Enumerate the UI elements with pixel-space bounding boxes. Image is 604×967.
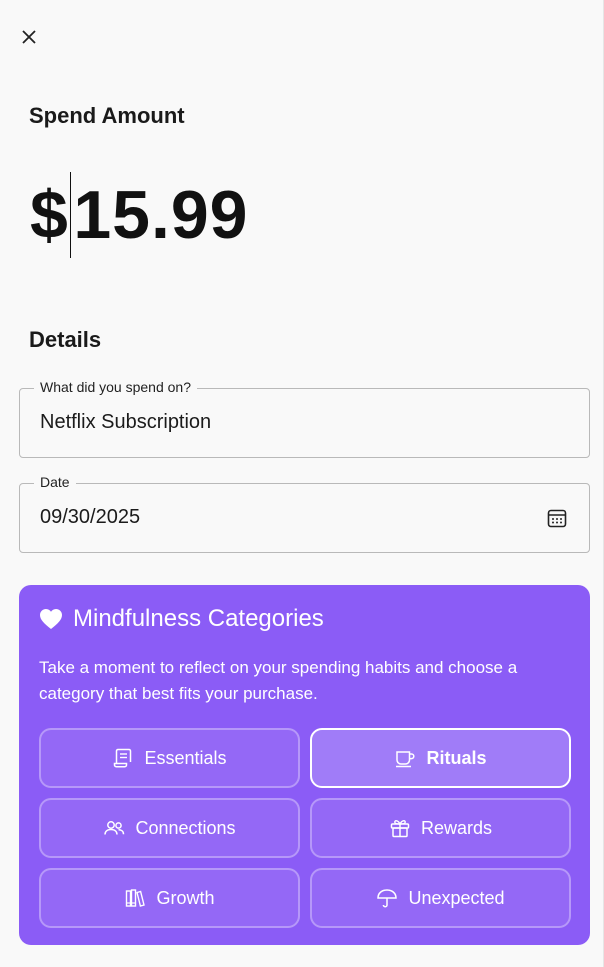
date-field-value: 09/30/2025 — [40, 506, 141, 528]
category-label: Rituals — [426, 747, 487, 768]
category-label: Connections — [135, 817, 236, 838]
details-title: Details — [29, 327, 102, 352]
category-growth[interactable]: Growth — [39, 868, 300, 928]
category-connections[interactable]: Connections — [39, 798, 300, 858]
category-label: Rewards — [420, 817, 493, 838]
amount-input[interactable]: $15.99 — [30, 170, 249, 260]
mindfulness-title: Mindfulness Categories — [73, 605, 324, 632]
text-caret — [69, 172, 72, 258]
item-field-label: What did you spend on? — [34, 379, 197, 395]
item-field-value: Netflix Subscription — [40, 411, 212, 433]
item-field[interactable]: What did you spend on? Netflix Subscript… — [19, 379, 590, 458]
calendar-icon[interactable] — [546, 507, 568, 529]
heart-icon — [40, 609, 62, 629]
category-essentials[interactable]: Essentials — [39, 728, 300, 788]
close-icon — [22, 30, 36, 44]
umbrella-icon — [377, 889, 398, 908]
category-label: Unexpected — [408, 887, 505, 908]
category-rituals[interactable]: Rituals — [310, 728, 571, 788]
category-rewards[interactable]: Rewards — [310, 798, 571, 858]
gift-icon — [390, 820, 410, 838]
mindfulness-card: Mindfulness Categories Take a moment to … — [19, 585, 590, 945]
mindfulness-header: Mindfulness Categories — [39, 605, 324, 633]
amount-value: 15.99 — [73, 177, 249, 253]
spend-amount-title: Spend Amount — [29, 103, 185, 128]
date-field[interactable]: Date 09/30/2025 — [19, 474, 590, 553]
category-unexpected[interactable]: Unexpected — [310, 868, 571, 928]
currency-symbol: $ — [30, 177, 69, 253]
receipt-icon — [114, 748, 132, 768]
spend-form-panel: Spend Amount $15.99 Details What did you… — [0, 0, 604, 967]
mindfulness-description: Take a moment to reflect on your spendin… — [39, 658, 518, 703]
category-label: Growth — [156, 887, 215, 908]
books-icon — [126, 889, 146, 907]
people-icon — [104, 821, 125, 835]
date-field-label: Date — [34, 474, 76, 490]
close-button[interactable] — [16, 24, 42, 50]
coffee-cup-icon — [396, 751, 416, 768]
category-label: Essentials — [144, 747, 227, 768]
